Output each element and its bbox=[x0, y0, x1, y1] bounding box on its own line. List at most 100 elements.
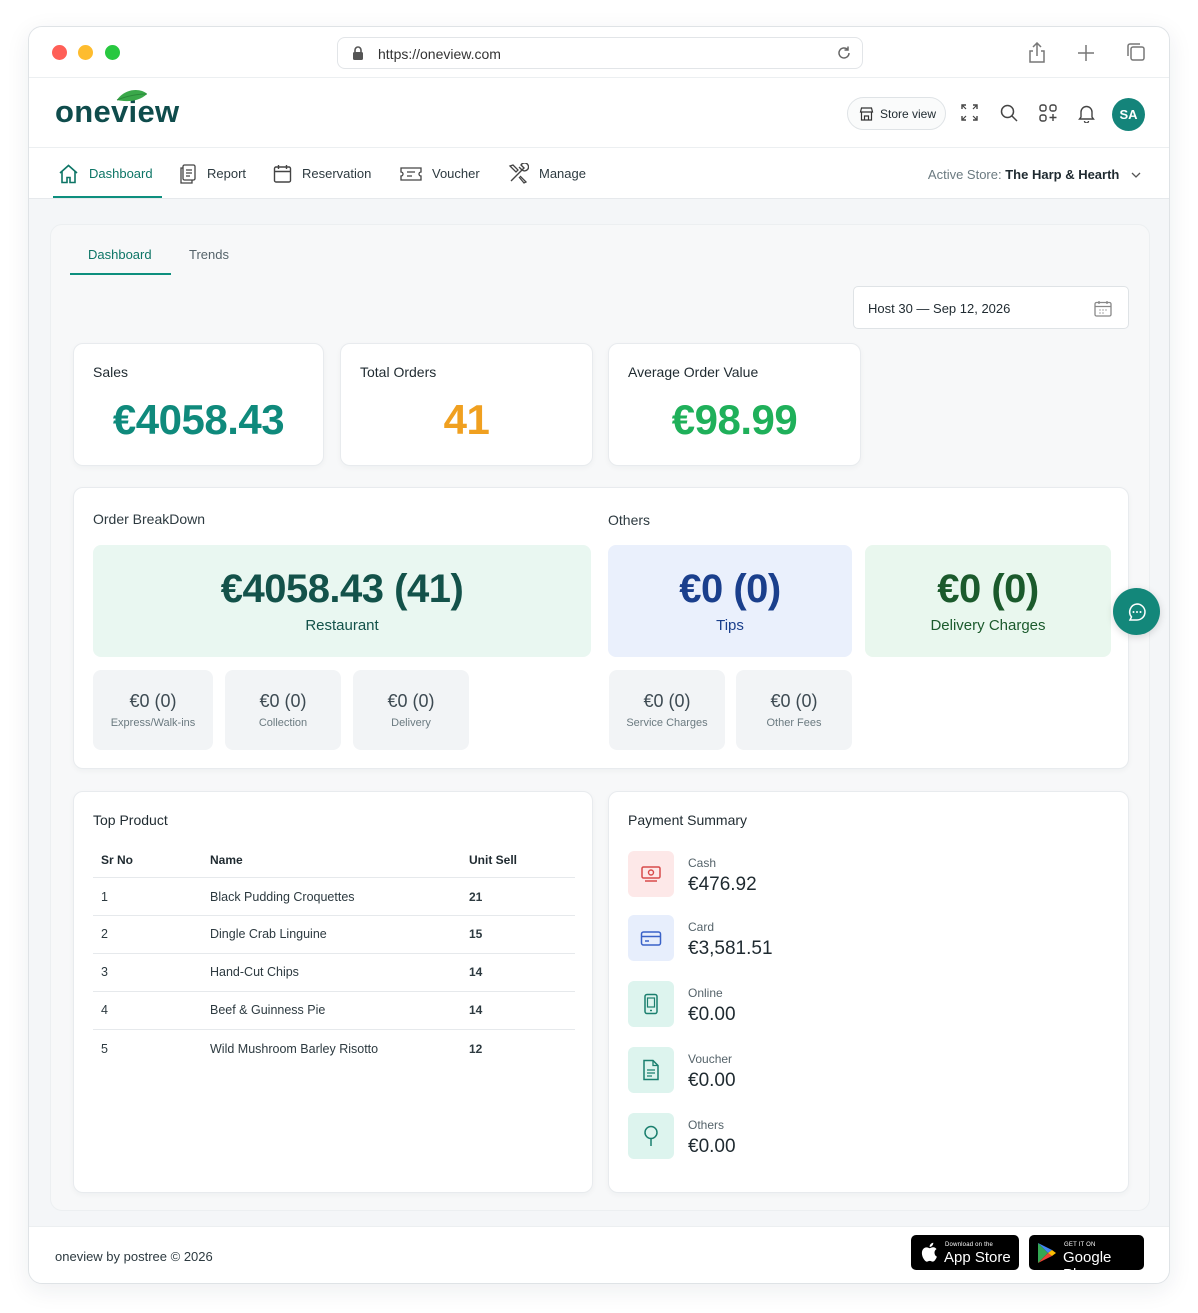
voucher-value: €0.00 bbox=[688, 1070, 736, 1091]
online-label: Online bbox=[688, 986, 723, 1000]
payment-summary-title: Payment Summary bbox=[628, 812, 748, 828]
card-value: €3,581.51 bbox=[688, 938, 773, 959]
lock-icon bbox=[352, 46, 364, 66]
service-charges-value: €0 (0) bbox=[643, 691, 691, 711]
calendar-icon bbox=[273, 165, 292, 183]
new-tab-icon[interactable] bbox=[1077, 44, 1095, 67]
share-icon[interactable] bbox=[1028, 41, 1046, 69]
other-fees-label: Other Fees bbox=[766, 717, 822, 729]
collection-tile[interactable]: €0 (0) Collection bbox=[225, 670, 341, 750]
order-breakdown-title: Order BreakDown bbox=[93, 511, 206, 527]
voucher-label: Voucher bbox=[688, 1052, 733, 1066]
minimize-window-button[interactable] bbox=[78, 45, 93, 60]
top-product-title: Top Product bbox=[93, 812, 168, 828]
document-icon bbox=[628, 1047, 674, 1093]
table-cell-unit: 14 bbox=[469, 1003, 483, 1017]
pin-icon bbox=[628, 1113, 674, 1159]
service-charges-tile[interactable]: €0 (0) Service Charges bbox=[609, 670, 725, 750]
table-divider bbox=[93, 953, 575, 954]
app-store-big-text: App Store bbox=[944, 1249, 1011, 1266]
active-store-label: Active Store: bbox=[927, 167, 1002, 182]
logo[interactable]: oneview bbox=[55, 90, 179, 130]
tab-dashboard[interactable]: Dashboard bbox=[88, 247, 152, 262]
nav-item-report[interactable]: Report bbox=[179, 148, 246, 199]
active-store-value: The Harp & Hearth bbox=[1005, 167, 1120, 182]
cash-icon bbox=[628, 851, 674, 897]
restaurant-tile[interactable]: €4058.43 (41) Restaurant bbox=[93, 545, 591, 657]
delivery-value: €0 (0) bbox=[387, 691, 435, 711]
nav-item-manage[interactable]: Manage bbox=[508, 148, 586, 199]
nav-label: Voucher bbox=[432, 166, 480, 181]
table-cell-name: Dingle Crab Linguine bbox=[210, 927, 327, 941]
delivery-charges-value: €0 (0) bbox=[937, 567, 1039, 611]
nav-label: Report bbox=[207, 166, 247, 181]
col-header-sr-no: Sr No bbox=[101, 853, 134, 867]
table-divider bbox=[93, 877, 575, 878]
nav-label: Manage bbox=[539, 166, 586, 181]
home-icon bbox=[59, 163, 78, 183]
active-store-selector[interactable]: Active Store: The Harp & Hearth bbox=[928, 167, 1141, 182]
browser-toolbar: https://oneview.com bbox=[29, 27, 1169, 78]
chat-button[interactable] bbox=[1113, 588, 1160, 635]
nav-item-voucher[interactable]: Voucher bbox=[400, 148, 480, 199]
report-icon bbox=[180, 163, 196, 184]
nav-label: Dashboard bbox=[89, 166, 153, 181]
express-walkins-tile[interactable]: €0 (0) Express/Walk-ins bbox=[93, 670, 213, 750]
apple-icon bbox=[921, 1242, 937, 1262]
nav-item-reservation[interactable]: Reservation bbox=[273, 148, 371, 199]
leaf-icon bbox=[116, 90, 148, 102]
reload-icon[interactable] bbox=[836, 45, 852, 66]
payment-summary-card: Payment Summary Cash €476.92 Card €3,581… bbox=[608, 791, 1129, 1193]
cash-value: €476.92 bbox=[688, 874, 757, 895]
express-walkins-value: €0 (0) bbox=[129, 691, 177, 711]
delivery-label: Delivery bbox=[391, 717, 431, 729]
tips-tile[interactable]: €0 (0) Tips bbox=[608, 545, 852, 657]
maximize-window-button[interactable] bbox=[105, 45, 120, 60]
date-range-picker[interactable]: Host 30 — Sep 12, 2026 bbox=[853, 286, 1129, 329]
tab-trends[interactable]: Trends bbox=[189, 247, 229, 262]
voucher-icon bbox=[400, 166, 422, 181]
store-icon bbox=[859, 106, 874, 121]
address-bar[interactable]: https://oneview.com bbox=[337, 37, 863, 69]
top-product-card: Top Product Sr No Name Unit Sell 1 Black… bbox=[73, 791, 593, 1193]
delivery-tile[interactable]: €0 (0) Delivery bbox=[353, 670, 469, 750]
order-breakdown-card: Order BreakDown Others €4058.43 (41) Res… bbox=[73, 487, 1129, 769]
other-fees-tile[interactable]: €0 (0) Other Fees bbox=[736, 670, 852, 750]
bell-icon[interactable] bbox=[1078, 104, 1095, 128]
delivery-charges-label: Delivery Charges bbox=[930, 617, 1046, 634]
delivery-charges-tile[interactable]: €0 (0) Delivery Charges bbox=[865, 545, 1111, 657]
google-play-icon bbox=[1038, 1243, 1056, 1263]
service-charges-label: Service Charges bbox=[626, 717, 708, 729]
table-cell-name: Wild Mushroom Barley Risotto bbox=[210, 1042, 379, 1056]
avg-order-value-card: Average Order Value €98.99 bbox=[608, 343, 861, 466]
main-nav: Dashboard Report Reservation Voucher Man… bbox=[29, 148, 1169, 199]
search-icon[interactable] bbox=[1000, 104, 1018, 127]
dashboard-panel: Dashboard Trends Host 30 — Sep 12, 2026 … bbox=[50, 224, 1150, 1211]
table-cell-sr: 1 bbox=[101, 890, 108, 904]
chat-icon bbox=[1128, 602, 1146, 621]
table-cell-sr: 4 bbox=[101, 1003, 108, 1017]
tips-value: €0 (0) bbox=[679, 567, 781, 611]
avg-order-value-title: Average Order Value bbox=[628, 364, 759, 380]
table-cell-name: Black Pudding Croquettes bbox=[210, 890, 355, 904]
nav-active-indicator bbox=[53, 196, 162, 198]
phone-icon bbox=[628, 981, 674, 1027]
table-divider bbox=[93, 1029, 575, 1030]
store-view-button[interactable]: Store view bbox=[847, 97, 946, 130]
nav-item-dashboard[interactable]: Dashboard bbox=[58, 148, 153, 199]
footer-copyright: oneview by postree © 2026 bbox=[55, 1249, 213, 1264]
others-title: Others bbox=[608, 512, 651, 528]
store-view-label: Store view bbox=[880, 106, 937, 121]
others-label: Others bbox=[688, 1118, 725, 1132]
tab-active-indicator bbox=[70, 273, 171, 275]
tabs-overview-icon[interactable] bbox=[1126, 42, 1146, 67]
fullscreen-icon[interactable] bbox=[961, 104, 978, 126]
close-window-button[interactable] bbox=[52, 45, 67, 60]
total-orders-card: Total Orders 41 bbox=[340, 343, 593, 466]
apps-grid-icon[interactable] bbox=[1039, 104, 1057, 127]
app-store-badge[interactable]: Download on the App Store bbox=[911, 1235, 1019, 1270]
others-value: €0.00 bbox=[688, 1136, 736, 1157]
google-play-badge[interactable]: GET IT ON Google Play bbox=[1029, 1235, 1144, 1283]
avatar[interactable]: SA bbox=[1112, 98, 1145, 131]
table-cell-unit: 15 bbox=[469, 927, 483, 941]
